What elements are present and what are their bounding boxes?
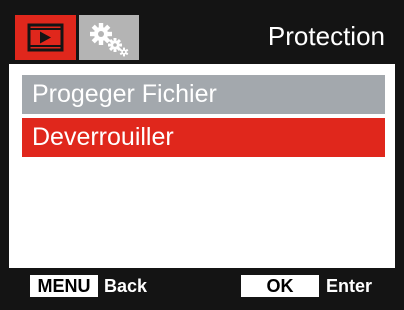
playback-icon [27,23,64,52]
menu-item-protect-file[interactable]: Progeger Fichier [22,75,385,114]
tab-settings[interactable] [79,15,139,60]
ok-key[interactable]: OK [241,275,319,297]
page-title: Protection [267,21,385,51]
device-frame: Protection Progeger Fichier Deverrouille… [0,0,404,310]
tab-playback[interactable] [15,15,76,60]
enter-label: Enter [326,276,373,296]
screen: Protection Progeger Fichier Deverrouille… [9,9,395,301]
back-label: Back [104,276,148,296]
menu-key[interactable]: MENU [30,275,98,297]
top-bar: Protection [9,9,395,64]
bottom-bar: MENU Back OK Enter [9,268,395,301]
settings-gears-icon [90,23,129,57]
menu-list: Progeger Fichier Deverrouiller [9,64,395,268]
menu-item-unlock[interactable]: Deverrouiller [22,118,385,157]
